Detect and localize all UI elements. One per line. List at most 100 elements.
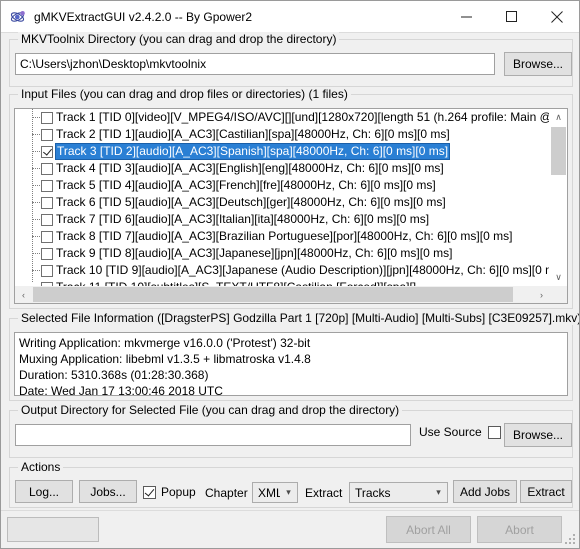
track-row[interactable]: Track 11 [TID 10][subtitles][S_TEXT/UTF8… — [15, 279, 550, 286]
tree-branch-line — [32, 117, 40, 118]
track-checkbox[interactable] — [41, 213, 53, 226]
file-information-line: Writing Application: mkvmerge v16.0.0 ('… — [19, 336, 311, 350]
track-label: Track 10 [TID 9][audio][A_AC3][Japanese … — [56, 263, 550, 277]
output-directory-input[interactable] — [15, 424, 411, 446]
file-information-line: Duration: 5310.368s (01:28:30.368) — [19, 368, 209, 382]
chapter-format-value: XML — [258, 485, 280, 500]
close-button[interactable] — [534, 1, 579, 32]
file-information-group-title: Selected File Information ([DragsterPS] … — [18, 311, 579, 325]
track-label: Track 3 [TID 2][audio][A_AC3][Spanish][s… — [54, 143, 451, 160]
track-list-vertical-scrollbar[interactable]: ∧ ∨ — [549, 109, 567, 286]
window-controls — [444, 1, 579, 32]
abort-all-button[interactable]: Abort All — [386, 516, 471, 543]
track-checkbox[interactable] — [41, 145, 53, 158]
tree-branch-line — [32, 270, 40, 271]
tree-branch-line — [32, 134, 40, 135]
progress-bar — [7, 517, 99, 542]
output-browse-button[interactable]: Browse... — [504, 423, 572, 447]
popup-checkbox[interactable] — [143, 485, 156, 499]
track-checkbox[interactable] — [41, 111, 53, 124]
track-row[interactable]: Track 10 [TID 9][audio][A_AC3][Japanese … — [15, 262, 550, 279]
mkvtoolnix-path-input[interactable]: C:\Users\jzhon\Desktop\mkvtoolnix — [15, 53, 495, 75]
track-label: Track 8 [TID 7][audio][A_AC3][Brazilian … — [56, 229, 513, 243]
mkvtoolnix-group-title: MKVToolnix Directory (you can drag and d… — [18, 32, 340, 46]
chapter-format-select[interactable]: XML ▾ — [252, 482, 298, 503]
track-row[interactable]: Track 3 [TID 2][audio][A_AC3][Spanish][s… — [15, 143, 550, 160]
track-checkbox[interactable] — [41, 230, 53, 243]
use-source-label: Use Source — [419, 425, 482, 439]
track-list-rows: Track 1 [TID 0][video][V_MPEG4/ISO/AVC][… — [15, 109, 550, 286]
window-title: gMKVExtractGUI v2.4.2.0 -- By Gpower2 — [34, 9, 253, 24]
popup-label: Popup — [161, 485, 196, 499]
actions-group: Actions Log... Jobs... Popup Chapter XML… — [9, 460, 573, 508]
track-checkbox[interactable] — [41, 196, 53, 209]
scroll-right-arrow[interactable]: › — [533, 286, 550, 303]
abort-button[interactable]: Abort — [477, 516, 562, 543]
scroll-down-arrow[interactable]: ∨ — [550, 269, 567, 286]
output-directory-group-title: Output Directory for Selected File (you … — [18, 403, 403, 417]
actions-group-title: Actions — [18, 460, 64, 474]
track-label: Track 2 [TID 1][audio][A_AC3][Castilian]… — [56, 127, 450, 141]
file-information-line: Muxing Application: libebml v1.3.5 + lib… — [19, 352, 311, 366]
minimize-button[interactable] — [444, 1, 489, 32]
output-directory-group: Output Directory for Selected File (you … — [9, 403, 573, 458]
track-label: Track 6 [TID 5][audio][A_AC3][Deutsch][g… — [56, 195, 446, 209]
tree-branch-line — [32, 151, 40, 152]
horizontal-scroll-thumb[interactable] — [33, 287, 513, 302]
input-files-group: Input Files (you can drag and drop files… — [9, 87, 573, 309]
tree-branch-line — [32, 168, 40, 169]
track-row[interactable]: Track 6 [TID 5][audio][A_AC3][Deutsch][g… — [15, 194, 550, 211]
chevron-down-icon: ▾ — [286, 487, 291, 497]
extract-mode-label: Extract — [305, 486, 343, 500]
file-information-line: Date: Wed Jan 17 13:00:46 2018 UTC — [19, 384, 223, 396]
track-list[interactable]: Track 1 [TID 0][video][V_MPEG4/ISO/AVC][… — [14, 108, 568, 304]
resize-grip[interactable] — [565, 534, 577, 546]
status-bar: Abort All Abort — [1, 510, 579, 548]
tree-branch-line — [32, 219, 40, 220]
track-row[interactable]: Track 1 [TID 0][video][V_MPEG4/ISO/AVC][… — [15, 109, 550, 126]
chevron-down-icon: ▾ — [436, 487, 441, 497]
track-row[interactable]: Track 5 [TID 4][audio][A_AC3][French][fr… — [15, 177, 550, 194]
mkvtoolnix-directory-group: MKVToolnix Directory (you can drag and d… — [9, 32, 573, 87]
track-label: Track 5 [TID 4][audio][A_AC3][French][fr… — [56, 178, 436, 192]
use-source-row: Use Source — [419, 425, 501, 439]
application-window: gMKVExtractGUI v2.4.2.0 -- By Gpower2 MK… — [0, 0, 580, 549]
track-checkbox[interactable] — [41, 162, 53, 175]
track-row[interactable]: Track 9 [TID 8][audio][A_AC3][Japanese][… — [15, 245, 550, 262]
extract-mode-select[interactable]: Tracks ▾ — [349, 482, 448, 503]
track-checkbox[interactable] — [41, 179, 53, 192]
track-checkbox[interactable] — [41, 128, 53, 141]
jobs-button[interactable]: Jobs... — [79, 480, 137, 503]
track-list-horizontal-scrollbar[interactable]: ‹ › — [15, 286, 550, 303]
chapter-label: Chapter — [205, 486, 248, 500]
file-information-text[interactable]: Writing Application: mkvmerge v16.0.0 ('… — [14, 332, 568, 396]
vertical-scroll-thumb[interactable] — [551, 127, 566, 175]
track-checkbox[interactable] — [41, 247, 53, 260]
track-checkbox[interactable] — [41, 264, 53, 277]
app-icon — [10, 9, 26, 25]
log-button[interactable]: Log... — [15, 480, 73, 503]
track-label: Track 9 [TID 8][audio][A_AC3][Japanese][… — [56, 246, 453, 260]
popup-row: Popup — [143, 485, 196, 499]
scroll-left-arrow[interactable]: ‹ — [15, 286, 32, 303]
scrollbar-corner — [550, 286, 567, 303]
mkvtoolnix-browse-button[interactable]: Browse... — [504, 52, 572, 76]
extract-button[interactable]: Extract — [520, 480, 572, 503]
use-source-checkbox[interactable] — [487, 425, 501, 439]
track-row[interactable]: Track 4 [TID 3][audio][A_AC3][English][e… — [15, 160, 550, 177]
track-row[interactable]: Track 7 [TID 6][audio][A_AC3][Italian][i… — [15, 211, 550, 228]
tree-branch-line — [32, 202, 40, 203]
add-jobs-button[interactable]: Add Jobs — [453, 480, 517, 503]
tree-branch-line — [32, 185, 40, 186]
track-label: Track 7 [TID 6][audio][A_AC3][Italian][i… — [56, 212, 430, 226]
tree-branch-line — [32, 236, 40, 237]
file-information-group: Selected File Information ([DragsterPS] … — [9, 311, 579, 401]
maximize-button[interactable] — [489, 1, 534, 32]
track-row[interactable]: Track 2 [TID 1][audio][A_AC3][Castilian]… — [15, 126, 550, 143]
track-label: Track 1 [TID 0][video][V_MPEG4/ISO/AVC][… — [56, 110, 550, 124]
track-row[interactable]: Track 8 [TID 7][audio][A_AC3][Brazilian … — [15, 228, 550, 245]
extract-mode-value: Tracks — [355, 485, 391, 500]
tree-branch-line — [32, 253, 40, 254]
track-label: Track 4 [TID 3][audio][A_AC3][English][e… — [56, 161, 444, 175]
scroll-up-arrow[interactable]: ∧ — [550, 109, 567, 126]
